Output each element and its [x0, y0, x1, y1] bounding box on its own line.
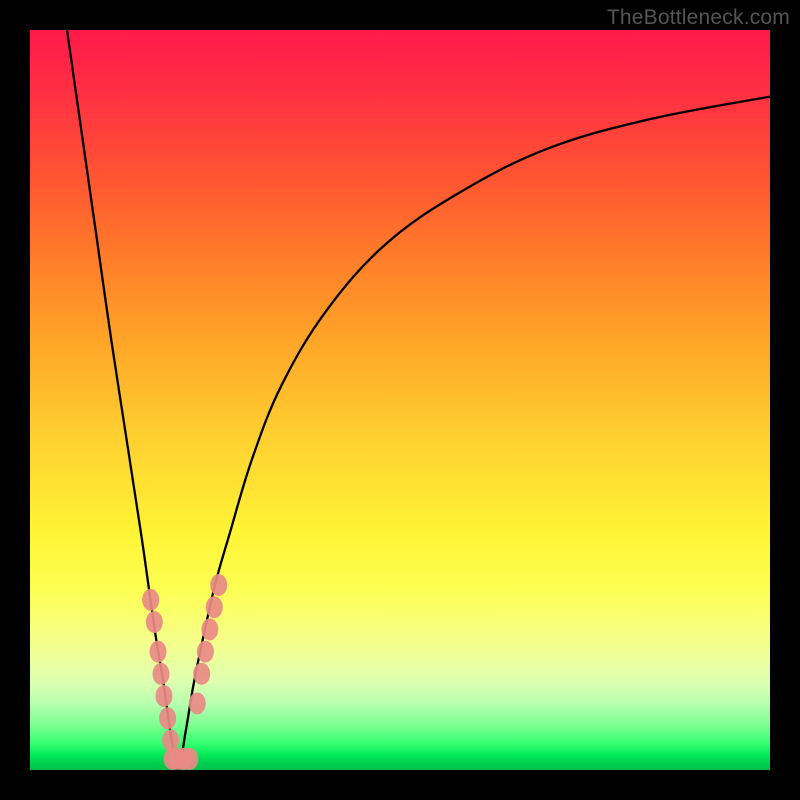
data-marker	[201, 618, 218, 640]
chart-frame: TheBottleneck.com	[0, 0, 800, 800]
data-marker	[150, 641, 167, 663]
watermark-text: TheBottleneck.com	[607, 6, 790, 30]
data-marker	[146, 611, 163, 633]
bottleneck-curve	[67, 30, 770, 770]
data-marker	[142, 589, 159, 611]
data-marker	[181, 748, 198, 770]
data-marker	[189, 692, 206, 714]
data-marker	[210, 574, 227, 596]
data-marker	[152, 663, 169, 685]
chart-svg	[30, 30, 770, 770]
data-marker	[155, 685, 172, 707]
curve-lines	[67, 30, 770, 770]
data-marker	[193, 663, 210, 685]
data-marker	[159, 707, 176, 729]
data-marker	[197, 641, 214, 663]
plot-area	[30, 30, 770, 770]
data-marker	[206, 596, 223, 618]
